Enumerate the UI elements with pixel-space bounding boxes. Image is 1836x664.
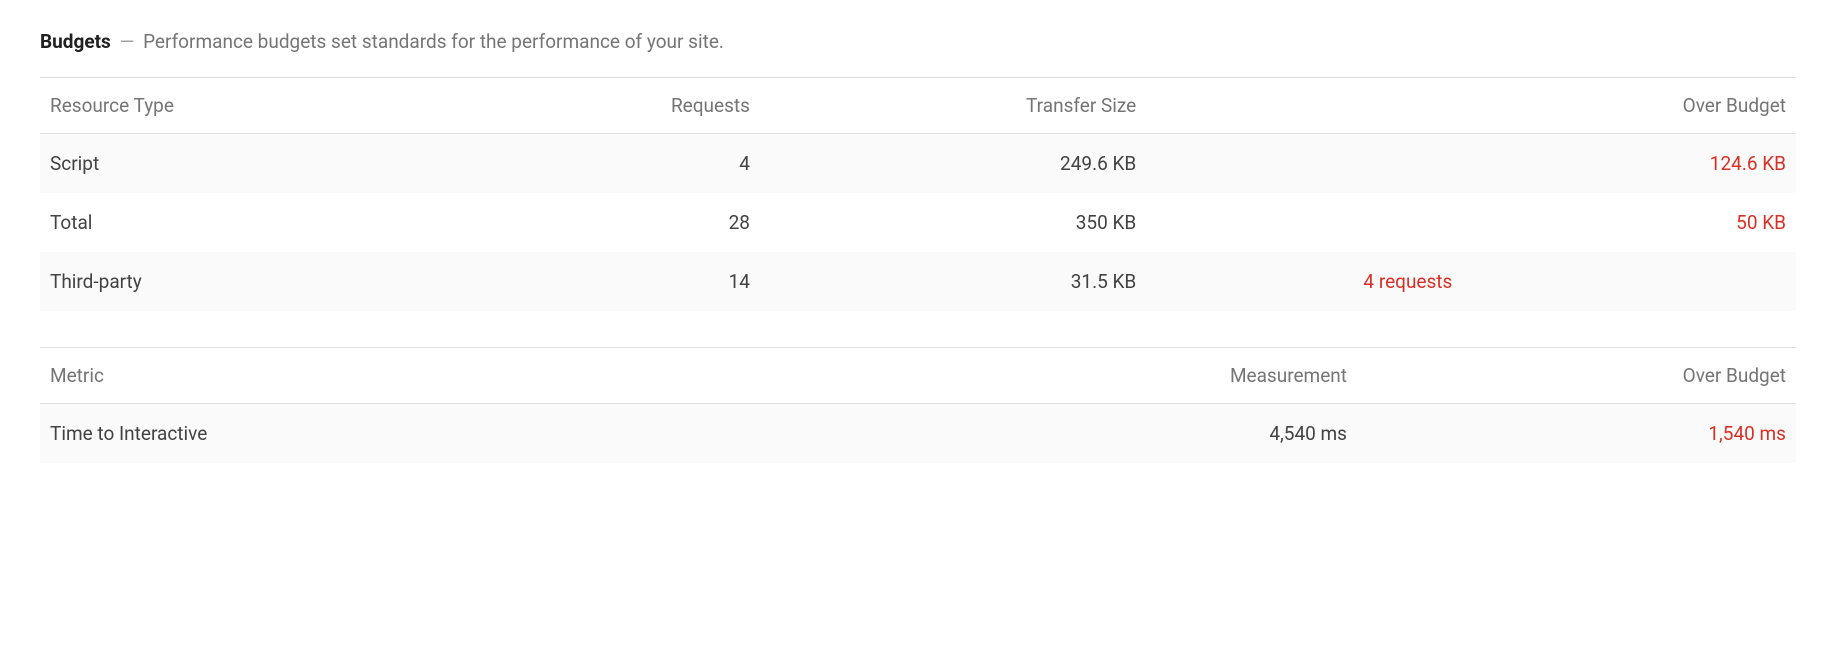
cell-measurement: 4,540 ms <box>918 404 1357 464</box>
section-description: Performance budgets set standards for th… <box>143 30 724 53</box>
cell-over-size: 50 KB <box>1462 193 1796 252</box>
cell-over-requests <box>1146 134 1462 194</box>
cell-over-requests <box>1146 193 1462 252</box>
resource-budget-table: Resource Type Requests Transfer Size Ove… <box>40 77 1796 311</box>
section-header: Budgets — Performance budgets set standa… <box>40 30 1796 53</box>
cell-over-requests: 4 requests <box>1146 252 1462 311</box>
table-row: Time to Interactive 4,540 ms 1,540 ms <box>40 404 1796 464</box>
col-measurement: Measurement <box>918 348 1357 404</box>
cell-requests: 28 <box>514 193 760 252</box>
col-over-budget-spacer <box>1146 78 1462 134</box>
cell-over-budget: 1,540 ms <box>1357 404 1796 464</box>
table-row: Total 28 350 KB 50 KB <box>40 193 1796 252</box>
col-requests: Requests <box>514 78 760 134</box>
section-title: Budgets <box>40 30 111 53</box>
cell-requests: 4 <box>514 134 760 194</box>
metric-budget-table: Metric Measurement Over Budget Time to I… <box>40 347 1796 463</box>
cell-transfer-size: 249.6 KB <box>760 134 1146 194</box>
cell-metric: Time to Interactive <box>40 404 918 464</box>
cell-resource-type: Third-party <box>40 252 514 311</box>
cell-over-size: 124.6 KB <box>1462 134 1796 194</box>
header-separator: — <box>120 30 135 53</box>
col-over-budget: Over Budget <box>1462 78 1796 134</box>
table-row: Third-party 14 31.5 KB 4 requests <box>40 252 1796 311</box>
cell-resource-type: Script <box>40 134 514 194</box>
col-metric: Metric <box>40 348 918 404</box>
col-resource-type: Resource Type <box>40 78 514 134</box>
cell-transfer-size: 31.5 KB <box>760 252 1146 311</box>
cell-requests: 14 <box>514 252 760 311</box>
table-row: Script 4 249.6 KB 124.6 KB <box>40 134 1796 194</box>
col-over-budget: Over Budget <box>1357 348 1796 404</box>
cell-resource-type: Total <box>40 193 514 252</box>
cell-transfer-size: 350 KB <box>760 193 1146 252</box>
cell-over-size <box>1462 252 1796 311</box>
col-transfer-size: Transfer Size <box>760 78 1146 134</box>
